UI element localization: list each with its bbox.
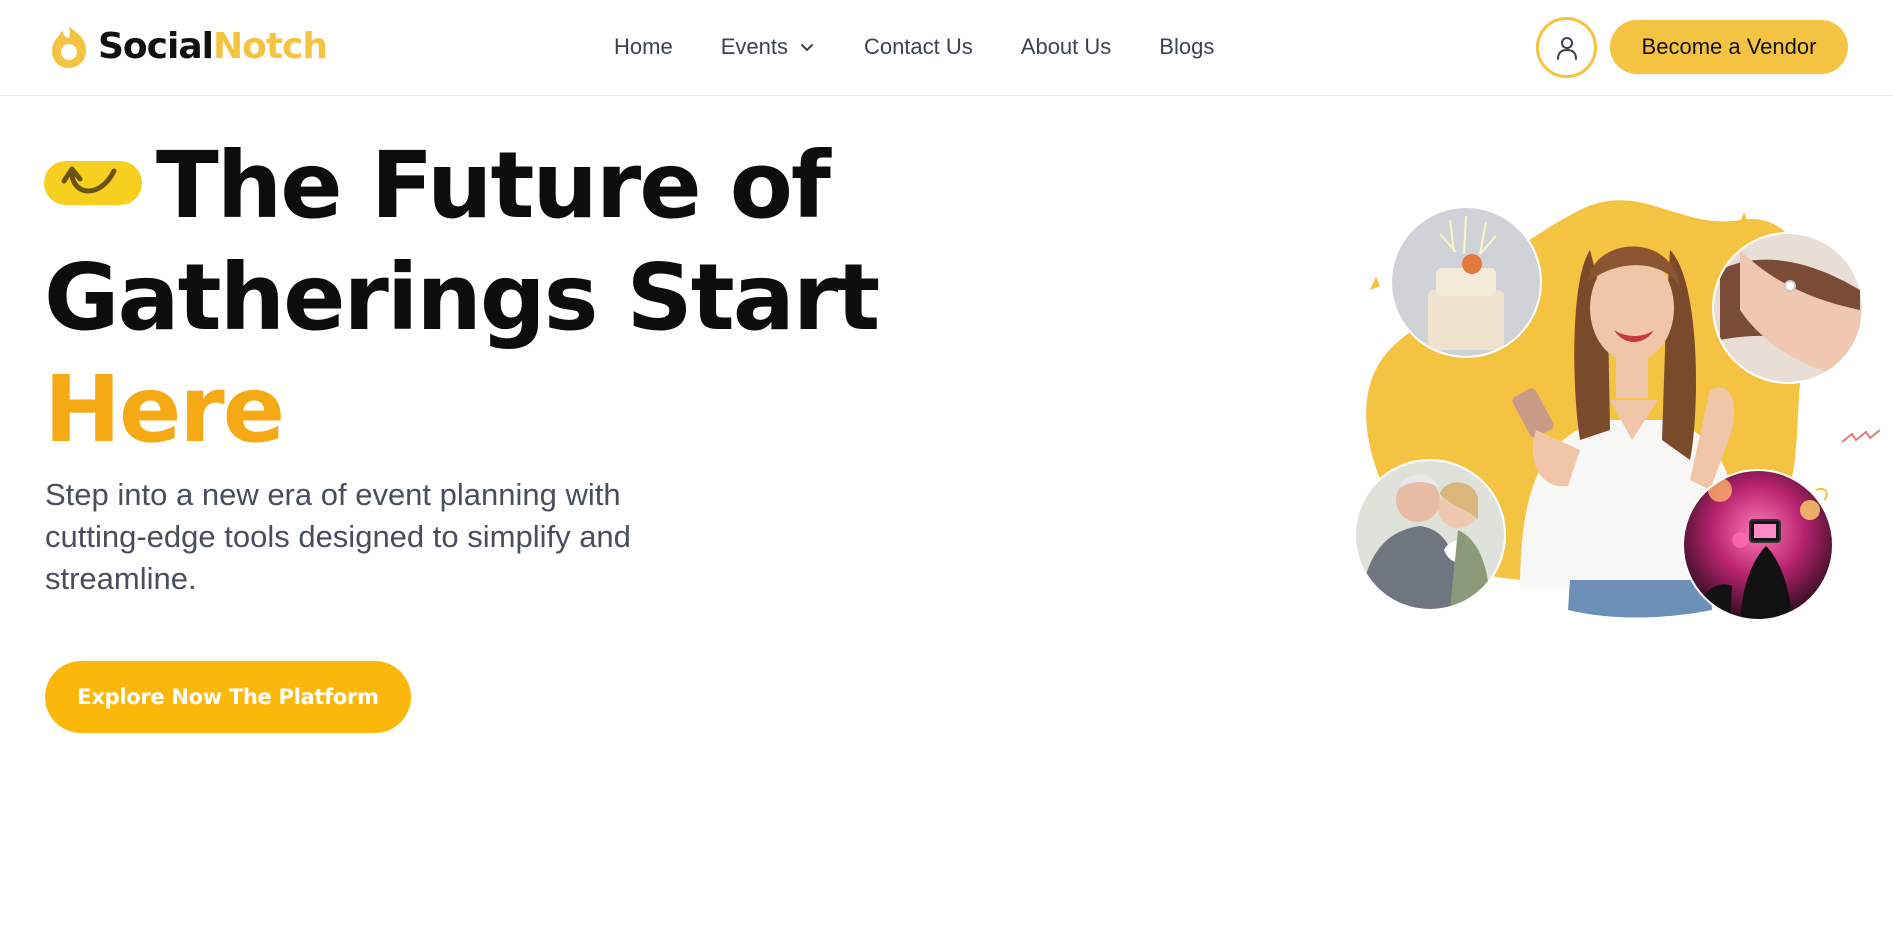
hero-illustration xyxy=(1340,190,1880,630)
explore-platform-button[interactable]: Explore Now The Platform xyxy=(45,661,411,733)
flame-logo-icon xyxy=(52,26,86,68)
zigzag-icon xyxy=(1841,429,1880,443)
hero-title-line-1: The Future of xyxy=(44,130,844,242)
hero-title: The Future of Gatherings Start Here xyxy=(44,130,880,466)
nav-events-label: Events xyxy=(720,34,788,59)
decor-triangle xyxy=(1370,276,1380,290)
nav-events[interactable]: Events xyxy=(721,34,816,60)
arrow-pill-icon xyxy=(44,160,142,205)
hero-title-line-2: Gatherings Start xyxy=(44,244,880,351)
become-vendor-button[interactable]: Become a Vendor xyxy=(1610,20,1848,74)
hero-subtitle: Step into a new era of event planning wi… xyxy=(45,477,631,596)
chevron-down-icon xyxy=(800,44,813,51)
user-account-button[interactable] xyxy=(1536,17,1597,78)
site-header: SocialNotch Home Events Contact Us About… xyxy=(0,0,1893,96)
nav-home[interactable]: Home xyxy=(614,34,673,60)
logo-link[interactable]: SocialNotch xyxy=(44,22,328,72)
nav-about-us[interactable]: About Us xyxy=(1021,34,1112,60)
user-icon xyxy=(1556,36,1577,60)
brand-name: SocialNotch xyxy=(98,26,328,67)
nav-blogs[interactable]: Blogs xyxy=(1159,34,1214,60)
nav-contact-us[interactable]: Contact Us xyxy=(864,34,973,60)
hero-title-line-3: Here xyxy=(44,356,285,463)
main-nav: Home Events Contact Us About Us Blogs xyxy=(614,30,1214,64)
